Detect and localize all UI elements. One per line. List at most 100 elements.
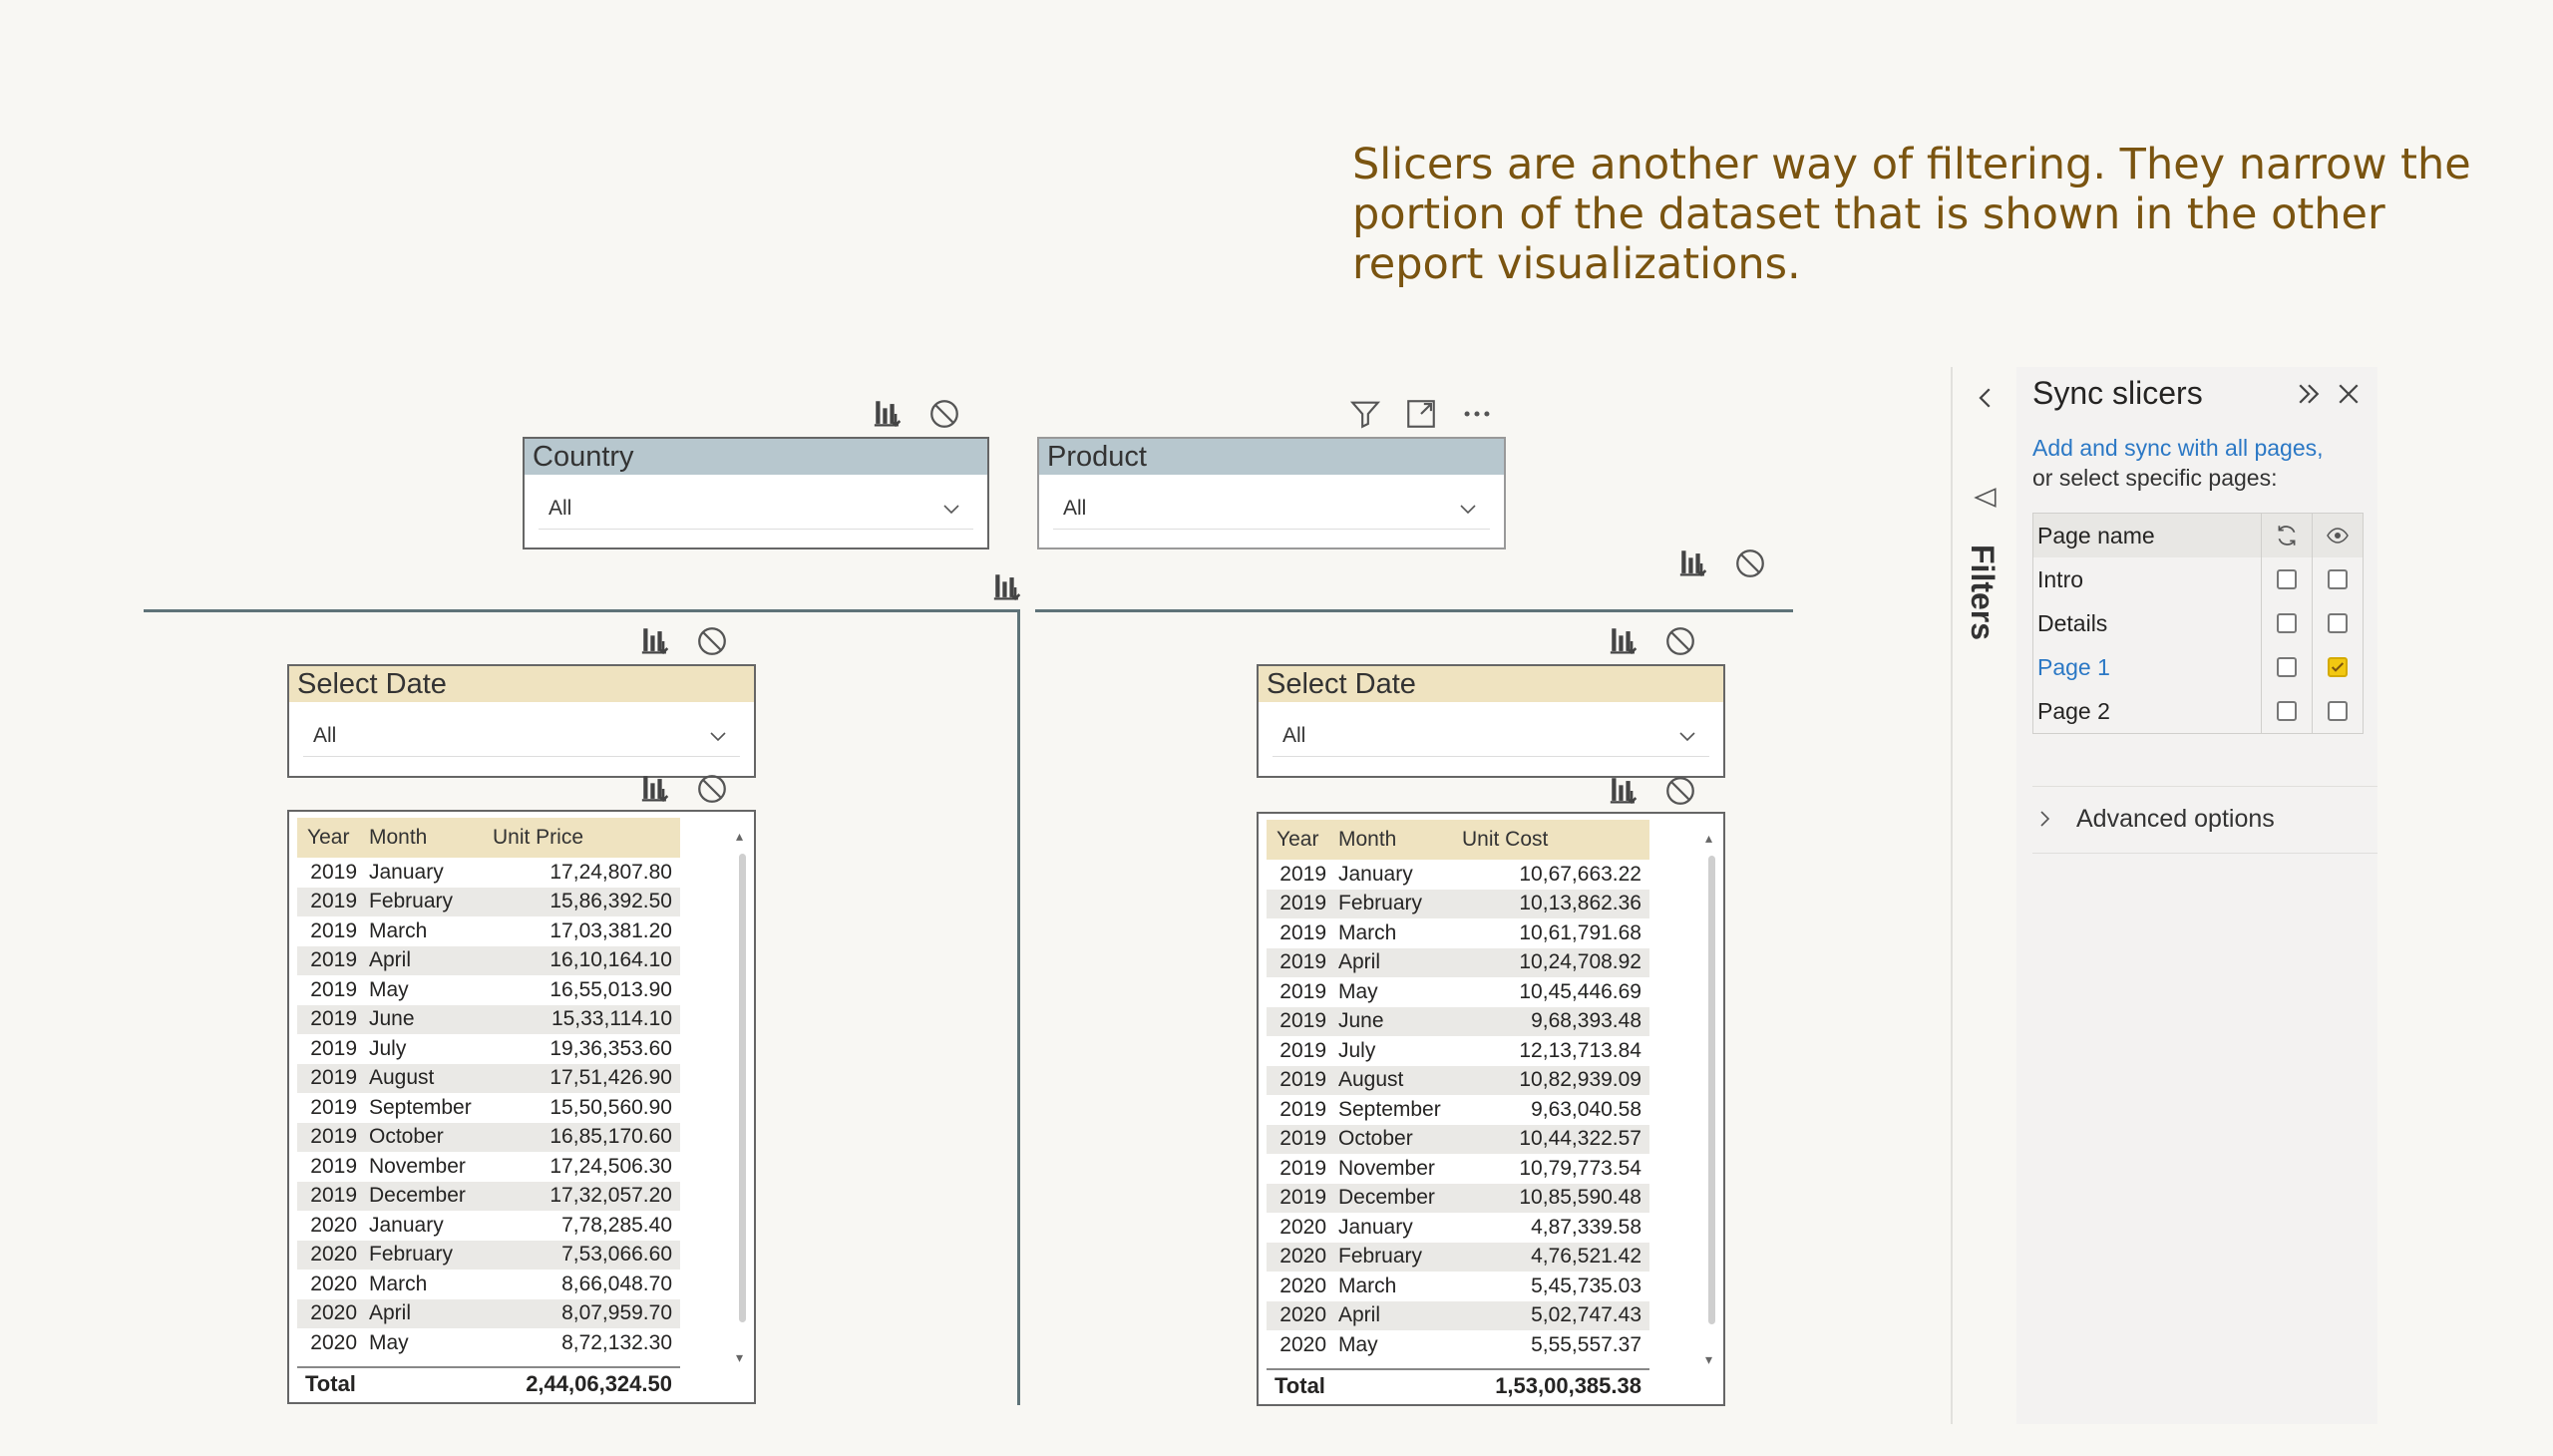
total-value: 2,44,06,324.50 [526,1371,672,1396]
unit-price-table-body: Year Month Unit Price 2019 January 17,24,8… [297,818,680,1358]
visible-checkbox-cell [2312,601,2363,645]
date-slicer-left-title: Select Date [289,666,754,702]
year-cell: 2020 [310,1213,357,1237]
table-row: 2019 March 17,03,381.20 [297,916,680,946]
close-icon[interactable] [2334,379,2364,409]
scrollbar-thumb[interactable] [1708,856,1715,1324]
header-month[interactable]: Month [369,826,489,850]
sync-visual-icon[interactable] [989,568,1027,606]
date-slicer-right[interactable]: Select Date All [1257,664,1725,778]
sync-checkbox[interactable] [2277,657,2297,677]
sync-visual-icon[interactable] [1606,772,1643,810]
product-dropdown[interactable]: All [1053,489,1490,530]
focus-mode-icon[interactable] [1402,395,1440,433]
no-interaction-icon[interactable] [925,395,963,433]
product-slicer[interactable]: Product All [1037,437,1506,549]
sync-visual-icon[interactable] [1675,545,1713,582]
visible-checkbox[interactable] [2328,613,2348,633]
filter-icon[interactable] [1346,395,1384,433]
header-year[interactable]: Year [297,826,369,850]
page-name: Details [2037,609,2108,636]
month-cell: May [1338,979,1378,1003]
sync-visual-icon[interactable] [1606,622,1643,660]
table-row: 2019 November 17,24,506.30 [297,1152,680,1182]
year-cell: 2019 [310,1184,357,1208]
filters-pane-collapsed[interactable]: Filters [1951,367,2018,1424]
month-cell: January [369,860,444,884]
page-name: Intro [2037,565,2084,592]
header-unit-cost[interactable]: Unit Cost [1458,828,1638,852]
advanced-options[interactable]: Advanced options [2032,786,2377,854]
date-dropdown-left[interactable]: All [303,716,740,757]
no-interaction-icon[interactable] [693,770,731,808]
scrollbar[interactable]: ▴ ▾ [734,828,750,1366]
year-cell: 2020 [1279,1215,1326,1239]
year-cell: 2019 [310,948,357,972]
scrollbar[interactable]: ▴ ▾ [1703,830,1719,1368]
year-cell: 2019 [1279,1127,1326,1151]
table-row: 2020 April 8,07,959.70 [297,1298,680,1328]
value-cell: 17,24,506.30 [549,1154,672,1178]
visible-checkbox-cell [2312,557,2363,601]
no-interaction-icon[interactable] [693,622,731,660]
add-sync-all-pages-link[interactable]: Add and sync with all pages, [2032,435,2324,462]
scroll-up-icon[interactable]: ▴ [1705,830,1712,847]
value-cell: 10,61,791.68 [1519,920,1641,944]
value-cell: 10,67,663.22 [1519,862,1641,886]
table-row: 2020 February 4,76,521.42 [1267,1242,1649,1272]
scrollbar-thumb[interactable] [739,854,746,1322]
value-cell: 17,03,381.20 [549,918,672,942]
header-unit-price[interactable]: Unit Price [489,826,668,850]
year-cell: 2019 [310,918,357,942]
country-dropdown[interactable]: All [539,489,973,530]
country-slicer[interactable]: Country All [523,437,989,549]
no-interaction-icon[interactable] [1661,772,1699,810]
month-cell: August [369,1066,435,1090]
scroll-down-icon[interactable]: ▾ [736,1349,743,1366]
month-cell: May [369,1330,409,1354]
month-cell: November [1338,1156,1435,1180]
sync-visual-icon[interactable] [870,395,908,433]
month-cell: August [1338,1068,1404,1092]
collapse-pane-icon[interactable] [2294,379,2324,409]
unit-cost-table-body: Year Month Unit Cost 2019 January 10,67,66… [1267,820,1649,1360]
value-cell: 16,85,170.60 [549,1125,672,1149]
visible-checkbox[interactable] [2328,657,2348,677]
filters-label[interactable]: Filters [1964,545,2001,640]
value-cell: 16,55,013.90 [549,977,672,1001]
year-cell: 2019 [1279,862,1326,886]
visible-checkbox-cell [2312,689,2363,733]
year-cell: 2019 [1279,1009,1326,1033]
visible-checkbox[interactable] [2328,701,2348,721]
visible-checkbox[interactable] [2328,569,2348,589]
year-cell: 2019 [1279,979,1326,1003]
product-slicer-title: Product [1039,439,1504,475]
header-month[interactable]: Month [1338,828,1458,852]
scroll-down-icon[interactable]: ▾ [1705,1351,1712,1368]
date-slicer-left[interactable]: Select Date All [287,664,756,778]
chevron-down-icon [706,716,730,756]
expand-left-icon[interactable] [1971,383,2001,413]
sync-checkbox[interactable] [2277,613,2297,633]
table-row: 2019 October 10,44,322.57 [1267,1124,1649,1154]
month-cell: February [1338,892,1423,915]
sync-visual-icon[interactable] [637,770,675,808]
value-cell: 15,33,114.10 [550,1007,672,1031]
sync-checkbox[interactable] [2277,569,2297,589]
total-value: 1,53,00,385.38 [1495,1373,1641,1398]
value-cell: 17,51,426.90 [549,1066,672,1090]
header-year[interactable]: Year [1267,828,1338,852]
table-row: 2020 May 8,72,132.30 [297,1328,680,1358]
date-dropdown-right[interactable]: All [1273,716,1709,757]
chevron-down-icon [1456,489,1480,529]
date-dropdown-right-value: All [1282,724,1306,747]
scroll-up-icon[interactable]: ▴ [736,828,743,845]
no-interaction-icon[interactable] [1661,622,1699,660]
advanced-options-label: Advanced options [2076,805,2275,833]
sync-checkbox[interactable] [2277,701,2297,721]
total-label: Total [1275,1373,1325,1398]
sync-visual-icon[interactable] [637,622,675,660]
more-options-icon[interactable] [1458,395,1496,433]
year-cell: 2020 [310,1272,357,1295]
no-interaction-icon[interactable] [1731,545,1769,582]
